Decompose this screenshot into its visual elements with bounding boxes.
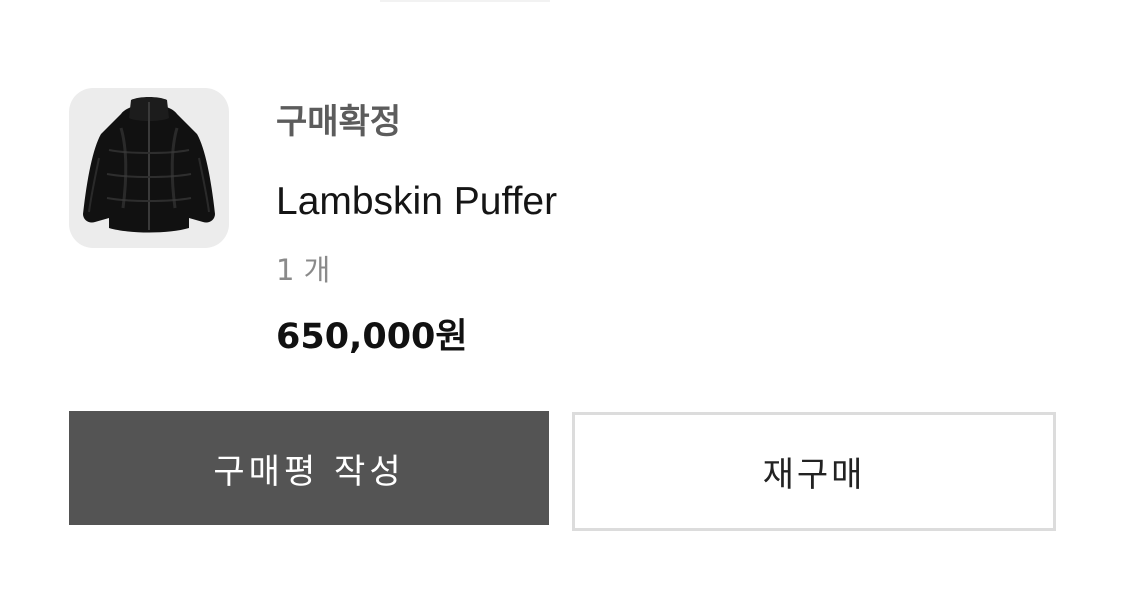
order-status: 구매확정 [276, 102, 402, 142]
order-item-card: 구매확정 Lambskin Puffer 1 개 650,000원 구매평 작성… [0, 0, 1125, 597]
write-review-label: 구매평 작성 [213, 451, 405, 492]
product-quantity: 1 개 [276, 253, 331, 287]
product-name[interactable]: Lambskin Puffer [276, 180, 557, 224]
rebuy-label: 재구매 [762, 455, 866, 495]
write-review-button[interactable]: 구매평 작성 [69, 411, 549, 525]
rebuy-button[interactable]: 재구매 [572, 412, 1056, 531]
product-thumbnail[interactable] [69, 88, 229, 248]
product-price: 650,000원 [276, 317, 468, 357]
jacket-image [83, 97, 215, 233]
